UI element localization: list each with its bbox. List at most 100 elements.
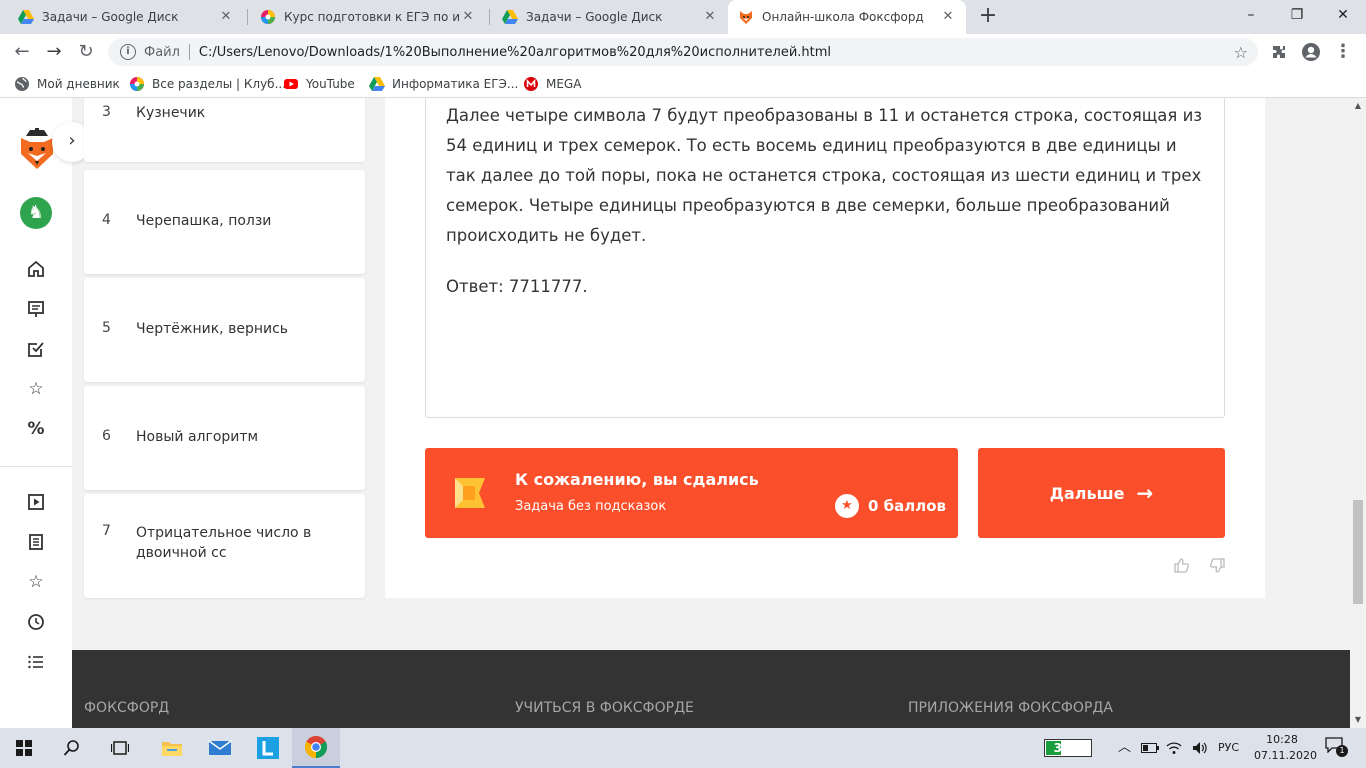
bookmark-label: YouTube [306,77,355,91]
browser-tab-1[interactable]: Задачи – Google Диск ✕ [8,0,244,34]
notification-count: 1 [1336,745,1348,757]
forward-arrow-icon[interactable]: → [42,40,66,64]
browser-tab-4-active[interactable]: Онлайн-школа Фоксфорд ✕ [728,0,966,34]
address-url[interactable]: C:/Users/Lenovo/Downloads/1%20Выполнение… [199,45,831,60]
percent-icon[interactable]: % [24,417,48,441]
task-content-panel: Далее четыре символа 7 будут преобразова… [385,98,1265,598]
back-arrow-icon[interactable]: ← [10,40,34,64]
task-item-3[interactable]: 3 Кузнечик [84,98,365,162]
tab-divider [247,9,248,25]
tab-title: Онлайн-школа Фоксфорд [762,10,924,24]
file-explorer-icon[interactable] [148,728,196,768]
browser-tab-3[interactable]: Задачи – Google Диск ✕ [492,0,728,34]
reload-icon[interactable]: ↻ [74,40,98,64]
address-bar[interactable]: i Файл C:/Users/Lenovo/Downloads/1%20Вып… [108,38,1258,66]
page-scrollbar[interactable]: ▲ ▼ [1350,98,1366,728]
scrollbar-thumb[interactable] [1353,500,1363,604]
battery-percent: 35% [1053,741,1083,755]
task-view-icon[interactable] [96,728,144,768]
close-icon[interactable]: ✕ [702,9,718,25]
bookmark-item[interactable]: YouTube [283,76,355,92]
info-icon[interactable]: i [120,44,136,60]
profile-avatar-icon[interactable] [1300,41,1322,63]
foxford-logo-icon[interactable] [18,128,56,170]
thumbs-up-icon[interactable] [1171,555,1191,575]
star-outline-icon[interactable]: ☆ [24,377,48,401]
mega-icon [524,77,538,91]
address-scheme: Файл [144,44,180,60]
bookmark-item[interactable]: MEGA [523,76,581,92]
system-clock[interactable]: 10:28 07.11.2020 [1254,732,1317,764]
solution-text: Далее четыре символа 7 будут преобразова… [446,106,1203,245]
bookmark-item[interactable]: Все разделы | Клуб... [129,76,286,92]
task-number: 7 [102,523,111,539]
chevron-up-icon[interactable]: ︿ [1118,728,1131,768]
clock-history-icon[interactable] [24,610,48,634]
task-item-4[interactable]: 4 Черепашка, ползи [84,170,365,274]
browser-toolbar: ← → ↻ i Файл C:/Users/Lenovo/Downloads/1… [0,34,1366,70]
browser-tab-2[interactable]: Курс подготовки к ЕГЭ по инфо ✕ [250,0,486,34]
windows-start-icon[interactable] [0,728,48,768]
bookmark-item[interactable]: Информатика ЕГЭ... [369,76,518,92]
foxford-fox-icon [740,11,752,24]
battery-indicator[interactable]: 35% [1044,739,1092,757]
task-title: Отрицательное число в двоичной сс [136,525,312,561]
tab-title: Задачи – Google Диск [42,10,179,24]
chrome-icon[interactable] [292,728,340,768]
next-button[interactable]: Дальше → [978,448,1225,538]
result-banner: К сожалению, вы сдались Задача без подск… [425,448,958,538]
home-icon[interactable] [24,257,48,281]
footer-heading-study[interactable]: УЧИТЬСЯ В ФОКСФОРДЕ [515,700,694,716]
close-icon[interactable]: ✕ [218,9,234,25]
colorwheel-icon [130,77,144,91]
task-item-5[interactable]: 5 Чертёжник, вернись [84,278,365,382]
star-badge-icon: ★ [835,494,859,518]
task-title: Кузнечик [136,105,206,121]
new-tab-button[interactable]: + [976,5,1000,29]
search-icon[interactable] [48,728,96,768]
bookmark-item[interactable]: Мой дневник [14,76,120,92]
result-title: К сожалению, вы сдались [515,470,759,489]
star-outline-icon[interactable]: ☆ [24,570,48,594]
thumbs-down-icon[interactable] [1207,555,1227,575]
close-icon[interactable]: ✕ [460,9,476,25]
google-drive-icon [369,77,385,91]
speaker-icon[interactable] [1192,728,1208,768]
scroll-up-icon[interactable]: ▲ [1350,98,1366,114]
footer-heading-apps[interactable]: ПРИЛОЖЕНИЯ ФОКСФОРДА [908,700,1113,716]
board-icon[interactable] [24,297,48,321]
scroll-down-icon[interactable]: ▼ [1350,712,1366,728]
task-number: 6 [102,428,111,444]
extensions-puzzle-icon[interactable] [1268,41,1290,63]
task-item-7[interactable]: 7 Отрицательное число в двоичной сс [84,494,365,598]
arrow-right-icon: → [1136,481,1154,505]
solution-answer: Ответ: 7711777. [446,277,588,296]
menu-kebab-icon[interactable]: ⋮ [1332,41,1354,63]
left-nav-rail: › ♞ ☆ % ☆ [0,98,92,728]
video-play-icon[interactable] [24,490,48,514]
bookmark-star-icon[interactable]: ☆ [1234,43,1248,62]
footer-heading-foxford[interactable]: ФОКСФОРД [84,700,169,716]
lenovo-l-app-icon[interactable] [244,728,292,768]
list-menu-icon[interactable] [24,650,48,674]
input-language[interactable]: РУС [1218,728,1239,768]
wifi-icon[interactable] [1166,728,1182,768]
task-item-6[interactable]: 6 Новый алгоритм [84,386,365,490]
bookmark-label: MEGA [546,77,582,91]
clock-date: 07.11.2020 [1254,749,1317,762]
maximize-button[interactable]: ❐ [1274,0,1320,30]
address-divider [188,44,190,60]
battery-tray-icon[interactable] [1141,728,1159,768]
task-number: 3 [102,104,111,120]
chess-knight-badge-icon[interactable]: ♞ [20,197,52,229]
document-list-icon[interactable] [24,530,48,554]
minimize-button[interactable]: – [1228,0,1274,30]
notification-center-icon[interactable]: 1 [1322,737,1348,759]
close-icon[interactable]: ✕ [940,9,956,25]
mail-icon[interactable] [196,728,244,768]
chrome-colorwheel-icon [261,10,275,24]
checkbox-tasks-icon[interactable] [24,337,48,361]
youtube-icon [284,79,298,89]
close-window-button[interactable]: ✕ [1320,0,1366,30]
result-subtitle: Задача без подсказок [515,499,667,514]
